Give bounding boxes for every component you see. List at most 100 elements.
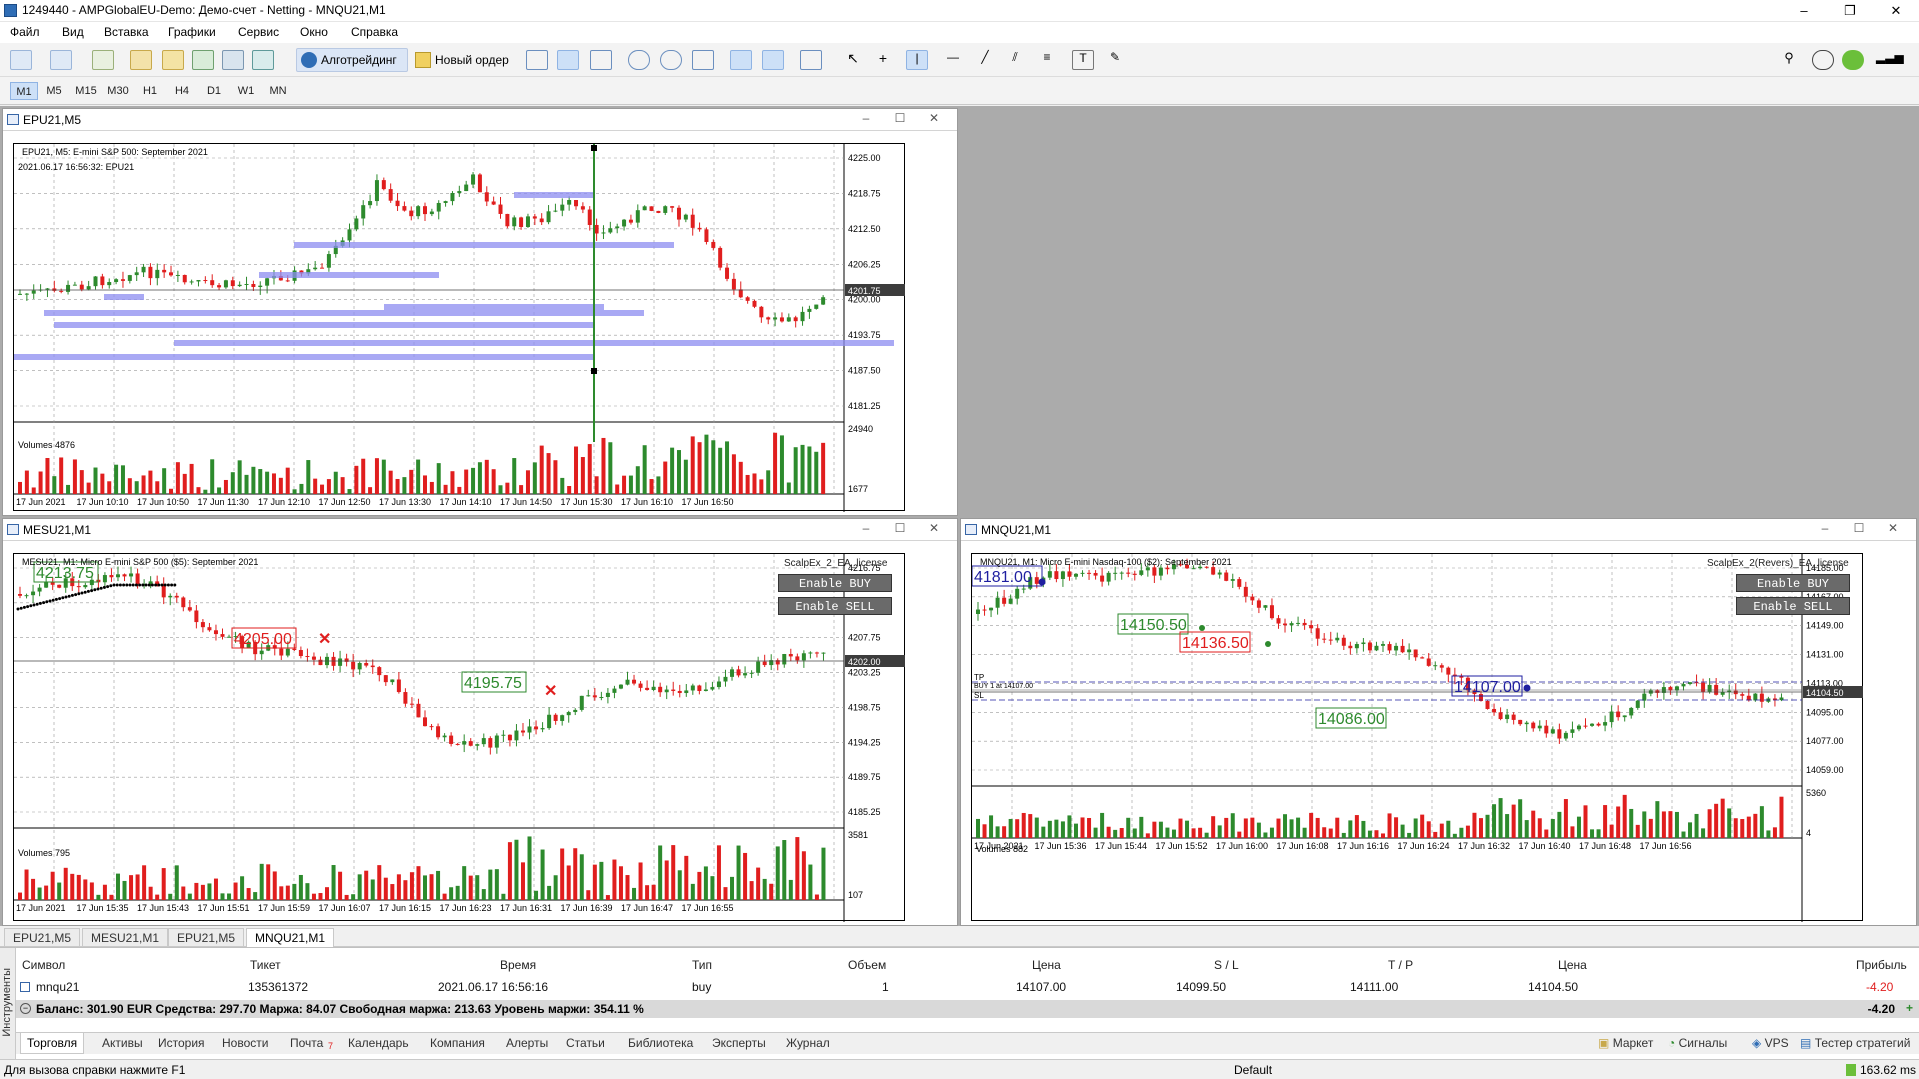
mnqu-enable-buy-button[interactable]: Enable BUY bbox=[1736, 574, 1850, 592]
epu-plot[interactable]: 4225.00 4218.75 4212.50 4206.25 4200.00 4193.… bbox=[13, 143, 905, 512]
menu-file[interactable]: Файл bbox=[10, 25, 40, 39]
cursor-icon[interactable]: ↖ bbox=[842, 50, 864, 70]
line-chart-icon[interactable] bbox=[590, 50, 612, 70]
chart-window-mesu[interactable]: MESU21,M1 – ☐ ✕ 4216.754212.254207.75420… bbox=[2, 518, 958, 926]
shapes-icon[interactable]: ✎ bbox=[1104, 50, 1126, 70]
tab-experts[interactable]: Эксперты bbox=[706, 1036, 772, 1050]
bar-chart-icon[interactable] bbox=[526, 50, 548, 70]
level-icon[interactable] bbox=[1842, 50, 1864, 70]
zoom-in-icon[interactable] bbox=[628, 50, 650, 70]
chart-maximize-button[interactable]: ☐ bbox=[1848, 521, 1870, 539]
tf-mn[interactable]: MN bbox=[264, 82, 292, 100]
mesu-enable-sell-button[interactable]: Enable SELL bbox=[778, 597, 892, 615]
chart-window-epu[interactable]: EPU21,M5 – ☐ ✕ 4225.00 4218.75 4212.50 4206… bbox=[2, 108, 958, 516]
candlestick-icon[interactable] bbox=[557, 50, 579, 70]
zoom-out-icon[interactable] bbox=[660, 50, 682, 70]
chart-close-button[interactable]: ✕ bbox=[923, 521, 945, 539]
menu-tools[interactable]: Сервис bbox=[238, 25, 279, 39]
tab-library[interactable]: Библиотека bbox=[622, 1036, 699, 1050]
chart-window-mnqu[interactable]: MNQU21,M1 – ☐ ✕ 14185.0014167.0014149.00… bbox=[960, 518, 1917, 926]
table-row[interactable]: mnqu21 135361372 2021.06.17 16:56:16 buy… bbox=[16, 976, 1919, 996]
menu-help[interactable]: Справка bbox=[351, 25, 398, 39]
tf-w1[interactable]: W1 bbox=[232, 82, 260, 100]
tf-d1[interactable]: D1 bbox=[200, 82, 228, 100]
col-profit[interactable]: Прибыль bbox=[1856, 958, 1907, 972]
tab-company[interactable]: Компания bbox=[424, 1036, 491, 1050]
mesu-plot[interactable]: 4216.754212.254207.754203.254198.754194.… bbox=[13, 553, 905, 922]
chart-caption[interactable]: MESU21,M1 – ☐ ✕ bbox=[3, 519, 957, 541]
close-button[interactable]: ✕ bbox=[1873, 0, 1919, 22]
tile-windows-icon[interactable] bbox=[692, 50, 714, 70]
tab-articles[interactable]: Статьи bbox=[560, 1036, 611, 1050]
vertical-line-icon[interactable]: | bbox=[906, 50, 928, 70]
menu-view[interactable]: Вид bbox=[62, 25, 84, 39]
col-price[interactable]: Цена bbox=[1032, 958, 1061, 972]
profiles-icon[interactable] bbox=[50, 50, 72, 70]
tab-journal[interactable]: Журнал bbox=[780, 1036, 836, 1050]
menu-charts[interactable]: Графики bbox=[168, 25, 216, 39]
trend-line-icon[interactable]: ╱ bbox=[974, 50, 996, 70]
templates-icon[interactable] bbox=[92, 50, 114, 70]
tf-h1[interactable]: H1 bbox=[136, 82, 164, 100]
chart-minimize-button[interactable]: – bbox=[1814, 521, 1836, 539]
fibonacci-icon[interactable]: ≡ bbox=[1036, 50, 1058, 70]
chart-maximize-button[interactable]: ☐ bbox=[889, 521, 911, 539]
search-icon[interactable]: ⚲ bbox=[1778, 50, 1800, 70]
chart-caption[interactable]: EPU21,M5 – ☐ ✕ bbox=[3, 109, 957, 131]
col-volume[interactable]: Объем bbox=[848, 958, 886, 972]
collapse-icon[interactable]: − bbox=[20, 1003, 31, 1014]
col-current-price[interactable]: Цена bbox=[1558, 958, 1587, 972]
tf-m30[interactable]: M30 bbox=[104, 82, 132, 100]
algotrading-button[interactable]: Алготрейдинг bbox=[296, 48, 408, 72]
new-order-button[interactable]: Новый ордер bbox=[410, 48, 512, 72]
minimize-button[interactable]: – bbox=[1781, 0, 1827, 22]
tf-m5[interactable]: M5 bbox=[40, 82, 68, 100]
tab-market[interactable]: ▣ Маркет bbox=[1592, 1036, 1659, 1050]
col-ticket[interactable]: Тикет bbox=[250, 958, 281, 972]
add-icon[interactable]: + bbox=[1906, 1001, 1913, 1015]
text-icon[interactable]: T bbox=[1072, 50, 1094, 70]
account-icon[interactable] bbox=[1812, 50, 1834, 70]
chart-tab-epu-2[interactable]: EPU21,M5 bbox=[168, 928, 245, 947]
tab-vps[interactable]: ◈ VPS bbox=[1746, 1036, 1795, 1050]
new-chart-icon[interactable] bbox=[10, 50, 32, 70]
mesu-enable-buy-button[interactable]: Enable BUY bbox=[778, 574, 892, 592]
col-symbol[interactable]: Символ bbox=[22, 958, 65, 972]
tf-h4[interactable]: H4 bbox=[168, 82, 196, 100]
tester-icon[interactable] bbox=[252, 50, 274, 70]
chart-shift-icon[interactable] bbox=[762, 50, 784, 70]
tab-trade[interactable]: Торговля bbox=[20, 1033, 85, 1054]
terminal-icon[interactable] bbox=[222, 50, 244, 70]
horizontal-line-icon[interactable]: — bbox=[942, 50, 964, 70]
chart-close-button[interactable]: ✕ bbox=[1882, 521, 1904, 539]
auto-scroll-icon[interactable] bbox=[730, 50, 752, 70]
menu-insert[interactable]: Вставка bbox=[104, 25, 149, 39]
tf-m15[interactable]: M15 bbox=[72, 82, 100, 100]
tab-news[interactable]: Новости bbox=[216, 1036, 274, 1050]
tab-calendar[interactable]: Календарь bbox=[342, 1036, 415, 1050]
tab-history[interactable]: История bbox=[152, 1036, 211, 1050]
chart-tab-mnqu[interactable]: MNQU21,M1 bbox=[246, 928, 335, 947]
navigator-icon[interactable] bbox=[192, 50, 214, 70]
chart-minimize-button[interactable]: – bbox=[855, 521, 877, 539]
market-watch-icon[interactable] bbox=[130, 50, 152, 70]
chart-minimize-button[interactable]: – bbox=[855, 111, 877, 129]
mnqu-plot[interactable]: 14185.0014167.0014149.0014131.0014113.00… bbox=[971, 553, 1863, 922]
tab-mail[interactable]: Почта bbox=[284, 1036, 329, 1050]
chart-maximize-button[interactable]: ☐ bbox=[889, 111, 911, 129]
maximize-button[interactable]: ❐ bbox=[1827, 0, 1873, 22]
col-tp[interactable]: T / P bbox=[1388, 958, 1413, 972]
menu-window[interactable]: Окно bbox=[300, 25, 328, 39]
crosshair-icon[interactable]: + bbox=[872, 50, 894, 70]
channel-icon[interactable]: ⫽ bbox=[1004, 50, 1026, 70]
tab-alerts[interactable]: Алерты bbox=[500, 1036, 554, 1050]
chart-close-button[interactable]: ✕ bbox=[923, 111, 945, 129]
col-type[interactable]: Тип bbox=[692, 958, 712, 972]
tab-assets[interactable]: Активы bbox=[96, 1036, 149, 1050]
tab-signals[interactable]: ◔ Сигналы bbox=[1662, 1036, 1733, 1050]
indicators-icon[interactable] bbox=[800, 50, 822, 70]
chart-tab-epu[interactable]: EPU21,M5 bbox=[4, 928, 81, 947]
tf-m1[interactable]: M1 bbox=[10, 82, 38, 100]
mnqu-enable-sell-button[interactable]: Enable SELL bbox=[1736, 597, 1850, 615]
chart-caption[interactable]: MNQU21,M1 – ☐ ✕ bbox=[961, 519, 1916, 541]
